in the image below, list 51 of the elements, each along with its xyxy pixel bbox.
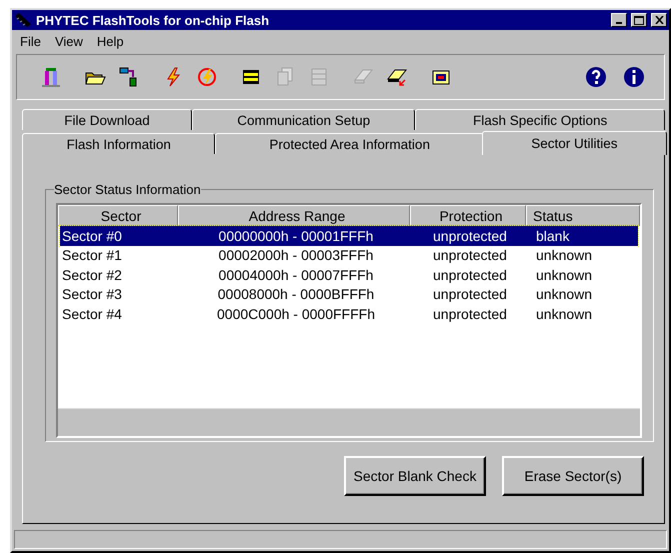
tab[interactable]: Communication Setup [192,109,416,130]
table-cell-text: unprotected [432,306,508,322]
tab[interactable]: File Download [22,109,192,130]
table-cell-text: unprotected [432,266,508,283]
table-cell-text: Sector #1 [61,247,123,264]
table-cell-text: Sector #2 [61,266,123,283]
group-title: Sector Status Information [54,182,201,197]
minimize-button[interactable] [611,13,627,27]
table-cell-text: unprotected [432,228,508,244]
table-cell-text: 00008000h - 0000BFFFh [216,286,376,302]
menu-item[interactable]: File [14,33,47,50]
table-row[interactable]: Sector #1 00002000h - 00003FFFh unprotected unknown [60,246,638,265]
column-header[interactable]: Address Range [178,205,410,226]
maximize-icon [634,16,644,24]
table-row[interactable]: Sector #0 00000000h - 00001FFFh unprotected blank [60,226,638,246]
tab[interactable]: Protected Area Information [215,133,484,154]
info-icon [623,66,645,88]
tab[interactable]: Sector Utilities [482,131,667,155]
toolbar-button[interactable] [622,65,646,89]
window-title: PHYTEC FlashTools for on-chip Flash [36,12,270,28]
table-cell-text: Sector #4 [61,306,123,322]
table-cell-text: unknown [535,306,594,322]
table-cell-text: 00004000h - 00007FFFh [218,266,374,283]
table-cell-text: Sector #0 [61,228,123,244]
tab[interactable]: Flash Specific Options [415,109,665,130]
door-exit-icon [40,66,62,88]
action-button[interactable]: Erase Sector(s) [502,456,644,496]
table-cell-text: 00002000h - 00003FFFh [218,247,374,264]
maximize-button[interactable] [631,13,647,27]
column-header[interactable]: Protection [410,205,526,226]
close-icon [654,16,664,24]
table-cell-text: blank [535,228,570,244]
table-cell-text: 00000000h - 00001FFFh [218,228,374,244]
table-cell-text: 0000C000h - 0000FFFFh [216,306,376,322]
toolbar-button[interactable] [584,65,608,89]
action-button[interactable]: Sector Blank Check [344,456,486,496]
close-button[interactable] [651,13,667,27]
table-cell-text: unprotected [432,247,508,264]
table-cell-text: Sector #3 [61,286,123,302]
table-cell-text: unknown [535,247,594,264]
table-cell-text: unknown [535,286,594,302]
menu-item[interactable]: Help [90,33,130,50]
help-icon [585,66,607,88]
table-cell-text: unprotected [432,286,508,302]
column-header[interactable]: Sector [58,205,178,226]
menu-item[interactable]: View [48,33,89,50]
table-cell-text: unknown [535,266,594,283]
column-header[interactable]: Status [526,205,640,226]
chip-icon [14,12,32,28]
lightning-crossed-icon [196,66,218,88]
tab[interactable]: Flash Information [22,133,216,154]
